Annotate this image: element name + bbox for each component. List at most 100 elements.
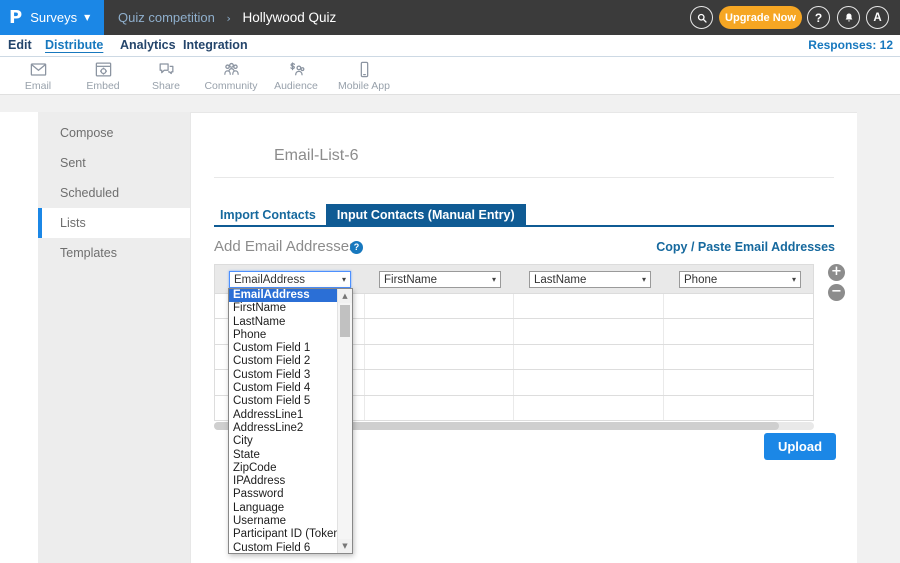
cell-input[interactable] [365, 319, 515, 343]
avatar[interactable]: A [866, 6, 889, 29]
menu-item-distribute[interactable]: Distribute [45, 35, 103, 57]
cell-input[interactable] [365, 370, 515, 394]
dollar-people-icon [287, 60, 306, 79]
copy-paste-email-addresses-link[interactable]: Copy / Paste Email Addresses [656, 240, 835, 254]
menu-item-edit[interactable]: Edit [8, 35, 32, 57]
dropdown-option[interactable]: Custom Field 2 [229, 355, 337, 368]
cell-input[interactable] [365, 294, 515, 318]
dropdown-option[interactable]: Custom Field 4 [229, 382, 337, 395]
chat-bubbles-icon [157, 60, 176, 79]
dropdown-option-list: EmailAddress FirstName LastName Phone Cu… [229, 289, 337, 553]
dropdown-option[interactable]: FirstName [229, 302, 337, 315]
cell-input[interactable] [514, 370, 664, 394]
tab-underline [214, 225, 834, 227]
dropdown-scrollbar[interactable]: ▲ ▼ [337, 289, 352, 553]
dropdown-option[interactable]: AddressLine1 [229, 409, 337, 422]
toolbar-item-audience[interactable]: Audience [261, 60, 331, 92]
plus-icon: + [831, 264, 842, 279]
embed-window-icon [94, 60, 113, 79]
dropdown-option[interactable]: Language [229, 502, 337, 515]
sidebar-item-lists[interactable]: Lists [38, 208, 190, 238]
cell-input[interactable] [365, 396, 515, 420]
menu-item-analytics[interactable]: Analytics [120, 35, 176, 57]
dropdown-option[interactable]: State [229, 449, 337, 462]
sidebar-item-scheduled[interactable]: Scheduled [38, 178, 190, 208]
app-window: P Surveys ▼ Quiz competition › Hollywood… [0, 0, 900, 563]
dropdown-option[interactable]: LastName [229, 316, 337, 329]
people-group-icon [222, 60, 241, 79]
distribute-toolbar: Email Embed Share Community Audience Mob… [0, 57, 900, 95]
dropdown-option[interactable]: EmailAddress [229, 289, 337, 302]
column-select-email-address[interactable]: EmailAddress ▾ [229, 271, 351, 288]
dropdown-option[interactable]: City [229, 435, 337, 448]
toolbar-item-community[interactable]: Community [196, 60, 266, 92]
cell-input[interactable] [514, 345, 664, 369]
cell-input[interactable] [365, 345, 515, 369]
chevron-down-icon: ▾ [492, 275, 496, 284]
dropdown-option[interactable]: Custom Field 5 [229, 395, 337, 408]
sidebar-item-compose[interactable]: Compose [38, 118, 190, 148]
toolbar-label: Community [204, 80, 257, 92]
smartphone-icon [355, 60, 374, 79]
remove-column-button[interactable]: − [828, 284, 845, 301]
add-column-button[interactable]: + [828, 264, 845, 281]
tab-input-contacts-manual-entry[interactable]: Input Contacts (Manual Entry) [326, 204, 526, 227]
cell-input[interactable] [664, 294, 814, 318]
chevron-down-icon: ▾ [642, 275, 646, 284]
help-tooltip-icon[interactable]: ? [350, 241, 363, 254]
menu-bar: Edit Distribute Analytics Integration Re… [0, 35, 900, 57]
scroll-down-arrow-icon[interactable]: ▼ [338, 539, 352, 553]
dropdown-option[interactable]: IPAddress [229, 475, 337, 488]
cell-input[interactable] [514, 396, 664, 420]
cell-input[interactable] [664, 345, 814, 369]
dropdown-scrollbar-thumb[interactable] [340, 305, 350, 337]
dropdown-option[interactable]: Custom Field 1 [229, 342, 337, 355]
sidebar-item-templates[interactable]: Templates [38, 238, 190, 268]
toolbar-item-share[interactable]: Share [131, 60, 201, 92]
dropdown-option[interactable]: Phone [229, 329, 337, 342]
breadcrumb: Quiz competition › Hollywood Quiz [118, 0, 336, 35]
selected-option: FirstName [384, 274, 437, 286]
toolbar-label: Email [25, 80, 51, 92]
breadcrumb-parent[interactable]: Quiz competition [118, 10, 215, 25]
upload-button[interactable]: Upload [764, 433, 836, 460]
toolbar-item-mobile-app[interactable]: Mobile App [329, 60, 399, 92]
page-title: Email-List-6 [274, 147, 358, 165]
contacts-tabs: Import Contacts Input Contacts (Manual E… [214, 204, 526, 227]
main-panel: Email-List-6 Import Contacts Input Conta… [190, 112, 857, 563]
column-select-phone[interactable]: Phone ▾ [679, 271, 801, 288]
scroll-up-arrow-icon[interactable]: ▲ [338, 289, 352, 303]
column-select-first-name[interactable]: FirstName ▾ [379, 271, 501, 288]
sidebar-item-sent[interactable]: Sent [38, 148, 190, 178]
cell-input[interactable] [664, 319, 814, 343]
upload-label: Upload [778, 439, 822, 454]
tab-import-contacts[interactable]: Import Contacts [214, 204, 326, 227]
toolbar-label: Embed [86, 80, 119, 92]
surveys-menu[interactable]: P Surveys ▼ [0, 0, 104, 35]
dropdown-option[interactable]: AddressLine2 [229, 422, 337, 435]
dropdown-option[interactable]: Password [229, 488, 337, 501]
cell-input[interactable] [664, 396, 814, 420]
responses-count[interactable]: Responses: 12 [808, 35, 893, 57]
selected-option: Phone [684, 274, 717, 286]
menu-item-integration[interactable]: Integration [183, 35, 248, 57]
toolbar-item-email[interactable]: Email [3, 60, 73, 92]
cell-input[interactable] [514, 294, 664, 318]
dropdown-option[interactable]: ZipCode [229, 462, 337, 475]
question-mark-icon: ? [815, 11, 822, 25]
help-button[interactable]: ? [807, 6, 830, 29]
cell-input[interactable] [664, 370, 814, 394]
upgrade-now-button[interactable]: Upgrade Now [719, 6, 802, 29]
column-select-last-name[interactable]: LastName ▾ [529, 271, 651, 288]
toolbar-item-embed[interactable]: Embed [68, 60, 138, 92]
selected-option: LastName [534, 274, 586, 286]
dropdown-option[interactable]: Custom Field 6 [229, 542, 337, 553]
dropdown-option[interactable]: Participant ID (Tokens) [229, 528, 337, 541]
notifications-button[interactable] [837, 6, 860, 29]
search-button[interactable] [690, 6, 713, 29]
breadcrumb-separator-icon: › [226, 12, 230, 25]
surveys-label: Surveys [30, 10, 77, 25]
cell-input[interactable] [514, 319, 664, 343]
dropdown-option[interactable]: Custom Field 3 [229, 369, 337, 382]
dropdown-option[interactable]: Username [229, 515, 337, 528]
